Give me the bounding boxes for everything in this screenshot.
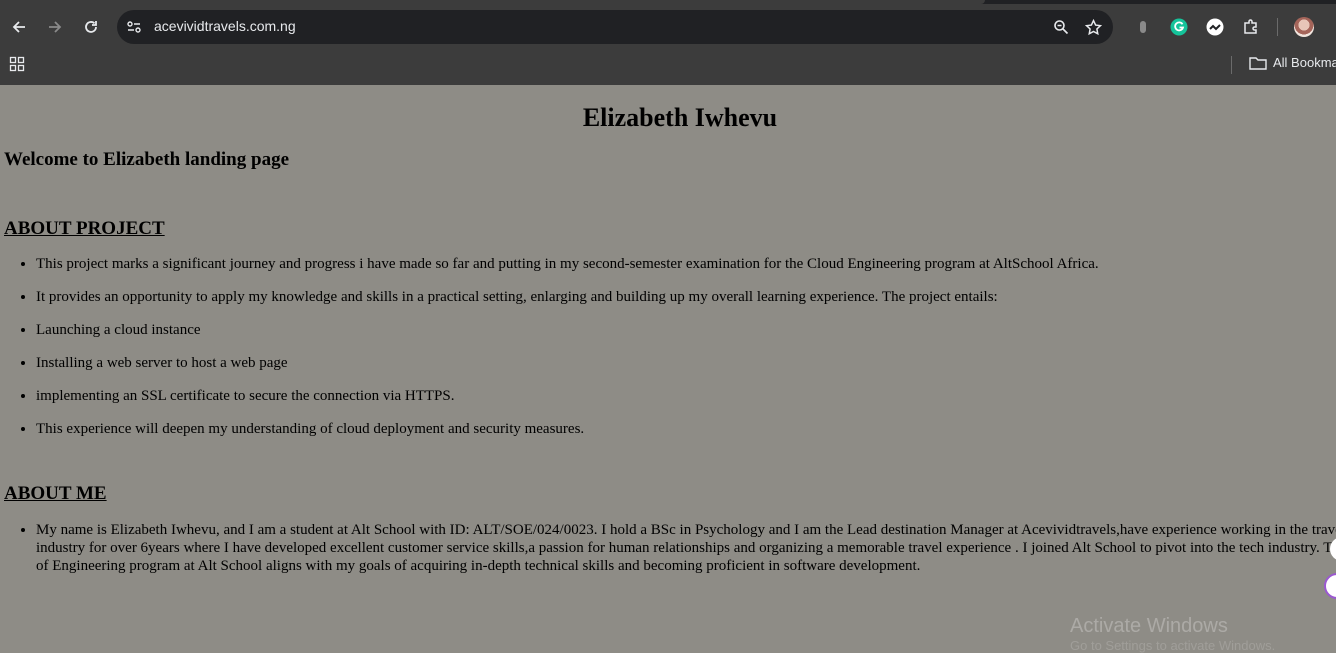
about-project-list: This project marks a significant journey…: [0, 256, 1099, 454]
tab-strip: [0, 0, 1336, 4]
toolbar-divider: [1277, 18, 1278, 36]
list-item: implementing an SSL certificate to secur…: [36, 388, 1099, 421]
about-me-heading: ABOUT ME: [4, 483, 107, 504]
back-arrow-icon: [12, 21, 25, 33]
bookmarks-bar: All Bookmarks: [0, 48, 1336, 85]
all-bookmarks-button[interactable]: All Bookmarks: [1249, 55, 1336, 70]
list-item: Installing a web server to host a web pa…: [36, 355, 1099, 388]
forward-button[interactable]: [42, 14, 68, 40]
puzzle-icon: [1244, 19, 1257, 34]
extension-button[interactable]: [1203, 15, 1227, 39]
about-me-list: My name is Elizabeth Iwhevu, and I am a …: [0, 521, 1336, 575]
profile-avatar: [1294, 17, 1314, 37]
reload-button[interactable]: [78, 14, 104, 40]
bookmark-star-button[interactable]: [1083, 17, 1103, 37]
welcome-heading: Welcome to Elizabeth landing page: [4, 149, 289, 170]
grammarly-button[interactable]: [1167, 15, 1191, 39]
back-button[interactable]: [6, 14, 32, 40]
bookmark-star-icon: [1084, 18, 1102, 35]
all-bookmarks-label: All Bookmarks: [1273, 55, 1336, 70]
forward-arrow-icon: [49, 21, 62, 33]
browser-chrome: acevividtravels.com.ng All Bookmarks: [0, 0, 1336, 85]
reload-icon: [85, 21, 97, 33]
bookmarks-divider: [1231, 56, 1232, 74]
url-text[interactable]: acevividtravels.com.ng: [154, 18, 296, 34]
about-project-heading: ABOUT PROJECT: [4, 218, 165, 239]
apps-grid-icon: [9, 56, 25, 72]
list-item: This project marks a significant journey…: [36, 256, 1099, 289]
list-item: Launching a cloud instance: [36, 322, 1099, 355]
list-item: My name is Elizabeth Iwhevu, and I am a …: [36, 521, 1336, 575]
page-title: Elizabeth Iwhevu: [582, 103, 778, 132]
site-info-button[interactable]: [124, 17, 144, 37]
grammarly-icon: [1170, 18, 1188, 36]
list-item: It provides an opportunity to apply my k…: [36, 289, 1099, 322]
folder-icon: [1249, 56, 1267, 70]
activate-windows-subtitle: Go to Settings to activate Windows.: [1070, 638, 1276, 653]
extension-dot-button[interactable]: [1131, 15, 1155, 39]
site-info-icon: [127, 21, 141, 33]
zoom-button[interactable]: [1051, 17, 1071, 37]
extension-dot-icon: [1140, 21, 1146, 33]
page-content: Elizabeth Iwhevu Welcome to Elizabeth la…: [0, 85, 1336, 648]
zoom-icon: [1054, 20, 1069, 35]
list-item: This experience will deepen my understan…: [36, 421, 1099, 454]
apps-button[interactable]: [5, 52, 29, 76]
active-tab[interactable]: [0, 0, 985, 4]
activate-windows-title: Activate Windows: [1070, 615, 1228, 637]
address-bar[interactable]: acevividtravels.com.ng: [117, 10, 1113, 44]
extensions-menu-button[interactable]: [1239, 15, 1263, 39]
profile-button[interactable]: [1292, 15, 1316, 39]
extension-icon: [1206, 18, 1224, 36]
